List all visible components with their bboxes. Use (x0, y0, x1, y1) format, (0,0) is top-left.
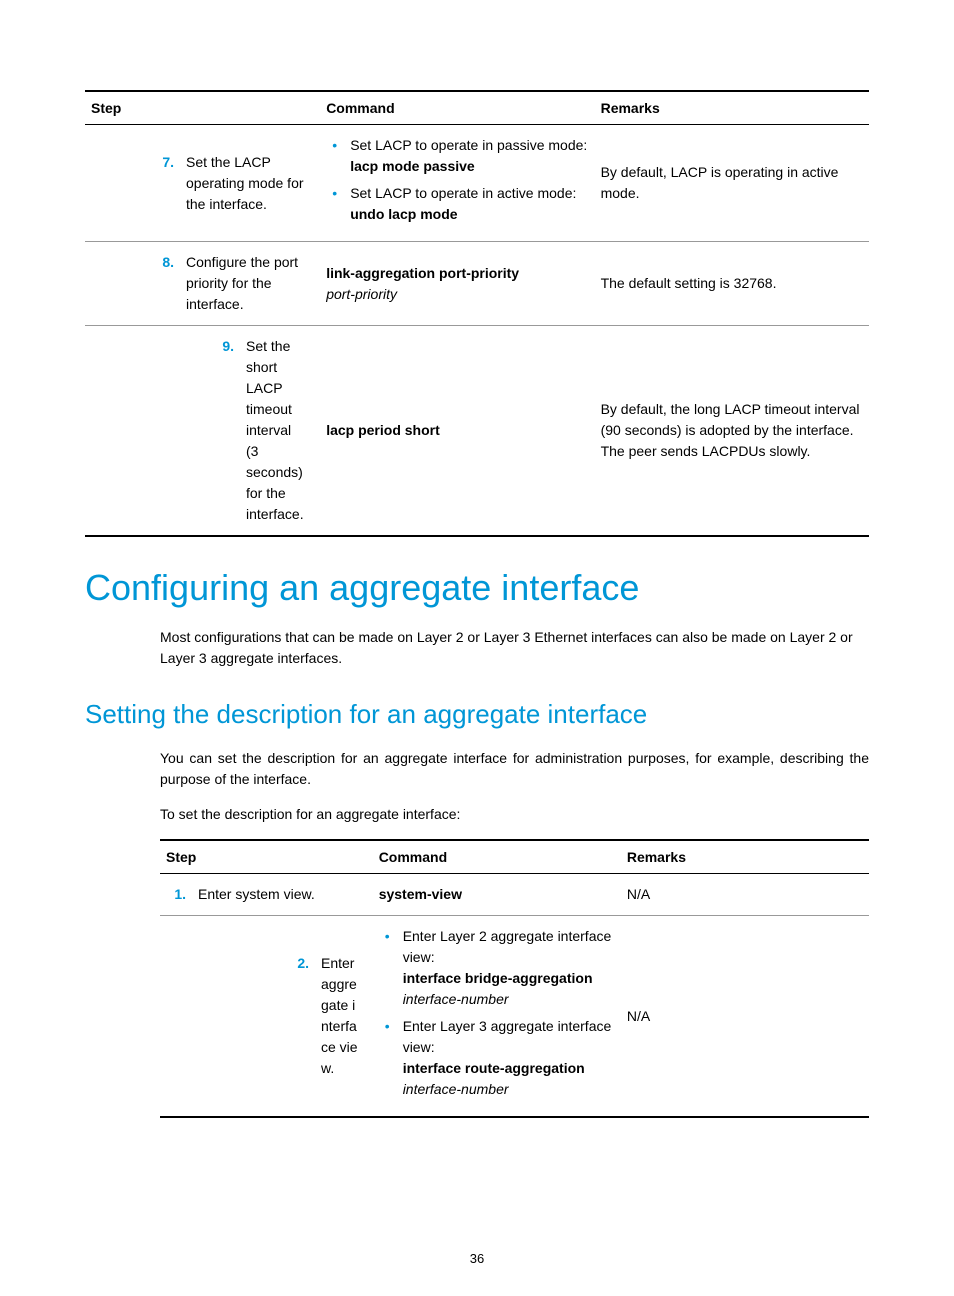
col-remarks: Remarks (621, 840, 869, 874)
remarks-text: By default, the long LACP timeout interv… (595, 326, 869, 537)
step-text: Set the LACP operating mode for the inte… (186, 152, 314, 215)
step-text: Set the short LACP timeout interval (3 s… (246, 336, 306, 525)
table-row: 1. Enter system view. system-view N/A (160, 874, 869, 916)
body-paragraph: You can set the description for an aggre… (160, 748, 869, 790)
cmd-text: link-aggregation port-priority (326, 265, 519, 281)
cmd-arg: interface-number (403, 1081, 509, 1097)
cmd-text: lacp mode passive (350, 158, 475, 174)
table-row: 8. Configure the port priority for the i… (85, 242, 869, 326)
table-row: 7. Set the LACP operating mode for the i… (85, 125, 869, 242)
table-row: 9. Set the short LACP timeout interval (… (85, 326, 869, 537)
cmd-text: undo lacp mode (350, 206, 457, 222)
command-list: Enter Layer 2 aggregate interface view: … (379, 926, 615, 1100)
step-number: 9. (206, 336, 246, 525)
cmd-text: interface bridge-aggregation (403, 970, 593, 986)
step-number: 2. (281, 953, 321, 1079)
cmd-arg: interface-number (403, 991, 509, 1007)
step-text: Enter system view. (198, 884, 367, 905)
step-number: 8. (146, 252, 186, 315)
step-number: 7. (146, 152, 186, 215)
section-heading: Configuring an aggregate interface (85, 567, 869, 609)
cmd-intro: Enter Layer 3 aggregate interface view: (403, 1018, 612, 1055)
cmd-text: system-view (379, 886, 462, 902)
config-table-2: Step Command Remarks 1. Enter system vie… (160, 839, 869, 1118)
remarks-text: The default setting is 32768. (595, 242, 869, 326)
cmd-arg: port-priority (326, 286, 397, 302)
cmd-intro: Set LACP to operate in passive mode: (350, 137, 587, 153)
remarks-text: By default, LACP is operating in active … (595, 125, 869, 242)
col-command: Command (320, 91, 594, 125)
cmd-text: lacp period short (326, 422, 440, 438)
col-step: Step (85, 91, 320, 125)
subsection-heading: Setting the description for an aggregate… (85, 699, 869, 730)
cmd-intro: Set LACP to operate in active mode: (350, 185, 576, 201)
step-text: Enter aggregate interface view. (321, 953, 361, 1079)
remarks-text: N/A (621, 874, 869, 916)
col-command: Command (373, 840, 621, 874)
col-step: Step (160, 840, 373, 874)
config-table-1: Step Command Remarks 7. Set the LACP ope… (85, 90, 869, 537)
cmd-text: interface route-aggregation (403, 1060, 585, 1076)
col-remarks: Remarks (595, 91, 869, 125)
command-list: Set LACP to operate in passive mode: lac… (326, 135, 588, 225)
cmd-intro: Enter Layer 2 aggregate interface view: (403, 928, 612, 965)
step-number: 1. (166, 884, 198, 905)
body-paragraph: Most configurations that can be made on … (160, 627, 869, 669)
body-paragraph: To set the description for an aggregate … (160, 804, 869, 825)
step-text: Configure the port priority for the inte… (186, 252, 314, 315)
page-number: 36 (0, 1251, 954, 1266)
document-page: Step Command Remarks 7. Set the LACP ope… (0, 0, 954, 1296)
remarks-text: N/A (621, 916, 869, 1118)
table-row: 2. Enter aggregate interface view. Enter… (160, 916, 869, 1118)
